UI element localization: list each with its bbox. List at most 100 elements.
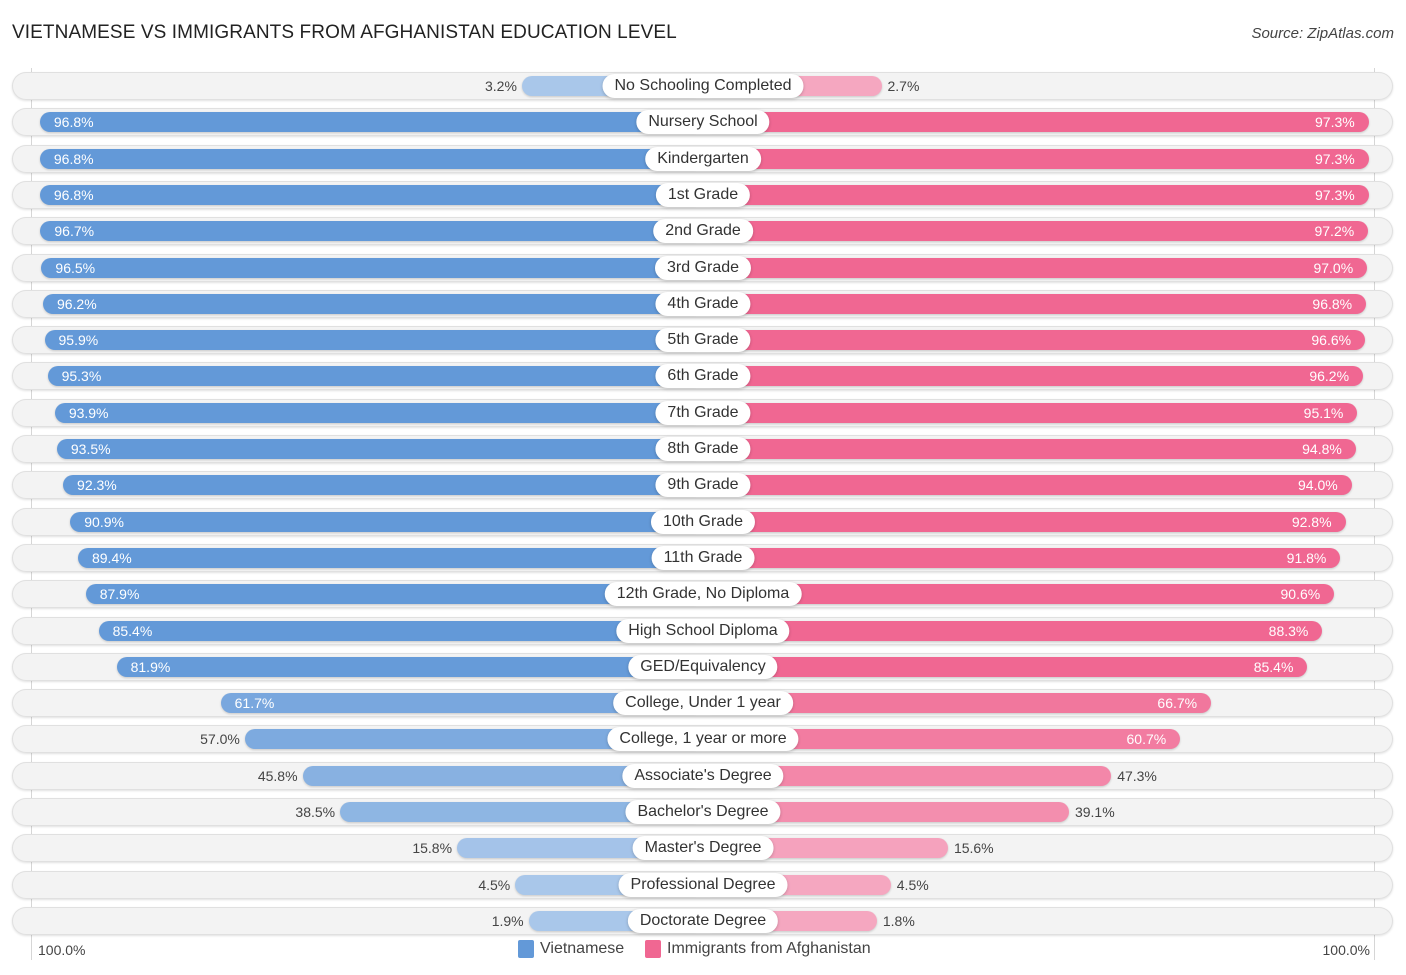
value-label-vietnamese: 96.5% [55, 259, 96, 276]
value-label-vietnamese: 87.9% [99, 586, 140, 603]
category-label: Kindergarten [645, 146, 761, 171]
value-label-vietnamese: 90.9% [84, 513, 124, 530]
category-label: 11th Grade [651, 545, 755, 570]
category-label: 9th Grade [655, 473, 751, 498]
value-label-vietnamese: 3.2% [485, 78, 517, 94]
value-label-afghanistan: 60.7% [1126, 731, 1167, 748]
value-label-vietnamese: 45.8% [257, 767, 298, 784]
legend-swatch-vietnamese [518, 940, 534, 958]
category-label: Associate's Degree [622, 763, 784, 788]
bar-vietnamese[interactable] [39, 184, 703, 205]
bar-vietnamese[interactable] [56, 439, 703, 459]
category-label: Nursery School [636, 110, 770, 135]
category-label: College, Under 1 year [613, 691, 793, 716]
bar-afghanistan[interactable] [703, 112, 1369, 133]
category-label: Master's Degree [632, 836, 774, 861]
category-label: Doctorate Degree [627, 908, 779, 933]
category-label: 7th Grade [655, 400, 751, 425]
value-label-afghanistan: 1.8% [882, 912, 915, 929]
value-label-afghanistan: 96.6% [1311, 332, 1352, 349]
category-label: GED/Equivalency [628, 654, 778, 679]
value-label-afghanistan: 92.8% [1291, 513, 1332, 530]
bar-vietnamese[interactable] [54, 402, 703, 423]
legend-label-vietnamese: Vietnamese [540, 940, 625, 957]
bar-afghanistan[interactable] [703, 620, 1323, 641]
legend-item-vietnamese[interactable]: Vietnamese [518, 940, 624, 958]
category-label: Bachelor's Degree [625, 800, 781, 824]
value-label-afghanistan: 96.8% [1312, 295, 1353, 312]
bar-afghanistan[interactable] [703, 656, 1308, 677]
value-label-afghanistan: 97.3% [1315, 186, 1355, 203]
bar-afghanistan[interactable] [703, 184, 1369, 205]
value-label-afghanistan: 94.0% [1298, 477, 1338, 494]
bar-afghanistan[interactable] [703, 257, 1368, 278]
value-label-afghanistan: 15.6% [953, 840, 994, 857]
category-label: 5th Grade [655, 328, 751, 353]
bar-afghanistan[interactable] [703, 293, 1367, 314]
value-label-vietnamese: 95.9% [58, 332, 99, 349]
value-label-vietnamese: 96.8% [53, 150, 94, 167]
value-label-afghanistan: 91.8% [1286, 549, 1327, 566]
value-label-vietnamese: 95.3% [61, 368, 102, 385]
bar-vietnamese[interactable] [77, 547, 703, 568]
category-label: 2nd Grade [653, 219, 753, 244]
category-label: 1st Grade [655, 182, 751, 207]
bar-vietnamese[interactable] [98, 620, 703, 641]
value-label-vietnamese: 89.4% [91, 549, 132, 566]
value-label-vietnamese: 15.8% [412, 840, 453, 857]
value-label-afghanistan: 66.7% [1157, 695, 1198, 712]
value-label-vietnamese: 61.7% [234, 695, 275, 712]
bar-afghanistan[interactable] [703, 511, 1346, 532]
bar-vietnamese[interactable] [116, 656, 703, 677]
bar-vietnamese[interactable] [70, 511, 703, 532]
bar-afghanistan[interactable] [703, 402, 1358, 423]
value-label-vietnamese: 96.8% [53, 186, 94, 203]
value-label-afghanistan: 97.2% [1314, 223, 1355, 240]
bar-vietnamese[interactable] [42, 293, 703, 314]
legend-swatch-afghanistan [645, 940, 661, 958]
bar-vietnamese[interactable] [63, 475, 703, 496]
legend: Vietnamese Immigrants from Afghanistan [0, 940, 1406, 962]
value-label-afghanistan: 85.4% [1253, 658, 1294, 675]
value-label-vietnamese: 1.9% [491, 912, 524, 929]
legend-item-afghanistan[interactable]: Immigrants from Afghanistan [645, 940, 871, 958]
bar-afghanistan[interactable] [703, 221, 1369, 242]
bar-vietnamese[interactable] [47, 366, 703, 387]
category-label: 8th Grade [655, 437, 751, 461]
category-label: College, 1 year or more [607, 727, 799, 752]
value-label-vietnamese: 93.9% [68, 404, 109, 421]
value-label-afghanistan: 95.1% [1303, 404, 1344, 421]
value-label-vietnamese: 57.0% [200, 731, 240, 748]
bar-afghanistan[interactable] [703, 330, 1366, 351]
category-label: 3rd Grade [654, 255, 752, 280]
bar-vietnamese[interactable] [39, 148, 703, 169]
bar-vietnamese[interactable] [39, 112, 703, 133]
bar-vietnamese[interactable] [40, 221, 703, 242]
value-label-afghanistan: 39.1% [1074, 804, 1115, 820]
value-label-afghanistan: 97.0% [1313, 259, 1354, 276]
bar-vietnamese[interactable] [44, 330, 703, 351]
value-label-afghanistan: 47.3% [1117, 767, 1157, 784]
category-label: High School Diploma [616, 618, 790, 643]
value-label-vietnamese: 96.2% [56, 295, 97, 312]
value-label-afghanistan: 96.2% [1309, 368, 1350, 385]
value-label-vietnamese: 96.8% [53, 114, 94, 131]
value-label-vietnamese: 4.5% [478, 876, 511, 893]
category-label: Professional Degree [618, 872, 788, 897]
value-label-afghanistan: 90.6% [1280, 586, 1321, 603]
value-label-vietnamese: 85.4% [112, 622, 153, 639]
bar-afghanistan[interactable] [703, 475, 1352, 496]
bar-vietnamese[interactable] [41, 257, 703, 278]
category-label: 6th Grade [655, 364, 751, 389]
value-label-vietnamese: 38.5% [295, 804, 336, 820]
value-label-vietnamese: 92.3% [77, 477, 117, 494]
legend-label-afghanistan: Immigrants from Afghanistan [667, 940, 871, 957]
bar-afghanistan[interactable] [703, 547, 1341, 568]
bar-afghanistan[interactable] [703, 366, 1364, 387]
category-label: 4th Grade [655, 291, 751, 316]
bar-afghanistan[interactable] [703, 439, 1356, 459]
bar-afghanistan[interactable] [703, 148, 1369, 169]
value-label-afghanistan: 97.3% [1315, 150, 1355, 167]
value-label-vietnamese: 81.9% [130, 658, 171, 675]
value-label-vietnamese: 96.7% [54, 223, 95, 240]
